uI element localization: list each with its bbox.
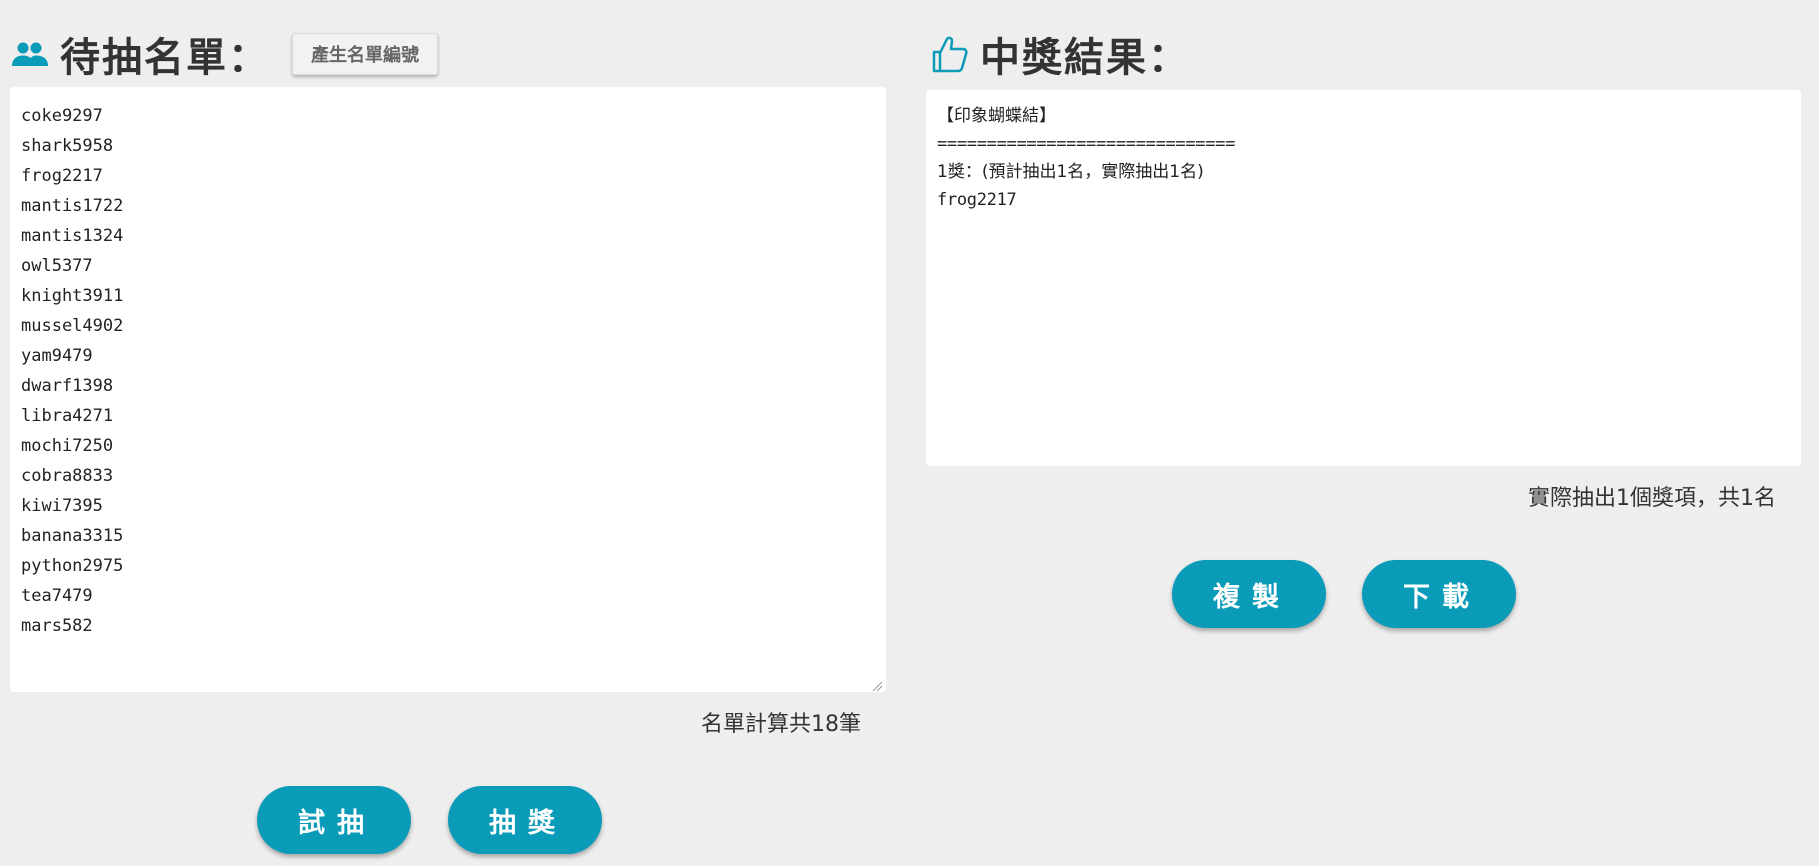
try-draw-button[interactable]: 試抽 [257, 786, 411, 854]
result-prize-summary: 1獎：(預計抽出1名，實際抽出1名) [937, 162, 1204, 182]
people-icon [10, 34, 50, 74]
list-item: mantis1722 [21, 196, 124, 216]
result-divider: ============================== [937, 134, 1236, 154]
generate-numbers-button[interactable]: 產生名單編號 [292, 33, 438, 75]
list-item: python2975 [21, 556, 124, 576]
list-header: 待抽名單： 產生名單編號 [10, 26, 438, 82]
list-item: dwarf1398 [21, 376, 114, 396]
list-item: yam9479 [21, 346, 93, 366]
list-item: shark5958 [21, 136, 114, 156]
list-item: coke9297 [21, 106, 103, 126]
result-prize-name: 【印象蝴蝶結】 [937, 106, 1056, 126]
list-count: 名單計算共18筆 [701, 712, 861, 737]
list-item: tea7479 [21, 586, 93, 606]
draw-button[interactable]: 抽獎 [448, 786, 602, 854]
list-item: knight3911 [21, 286, 124, 306]
list-item: frog2217 [21, 166, 103, 186]
list-item: mantis1324 [21, 226, 124, 246]
list-title: 待抽名單： [60, 35, 270, 81]
list-item: cobra8833 [21, 466, 114, 486]
result-winner: frog2217 [937, 190, 1017, 210]
list-item: banana3315 [21, 526, 124, 546]
download-button[interactable]: 下載 [1362, 560, 1516, 628]
copy-button[interactable]: 複製 [1172, 560, 1326, 628]
list-item: libra4271 [21, 406, 114, 426]
result-summary: 實際抽出1個獎項，共1名 [1528, 486, 1776, 511]
candidate-list-textarea[interactable]: coke9297 shark5958 frog2217 mantis1722 m… [10, 87, 886, 692]
result-title: 中獎結果： [980, 35, 1190, 81]
list-item: mars582 [21, 616, 93, 636]
list-item: mussel4902 [21, 316, 124, 336]
list-item: kiwi7395 [21, 496, 103, 516]
resize-handle-icon[interactable] [871, 677, 883, 692]
list-item: owl5377 [21, 256, 93, 276]
thumbs-up-icon [930, 34, 970, 74]
result-textarea[interactable]: 【印象蝴蝶結】 ============================== 1… [926, 90, 1801, 466]
list-item: mochi7250 [21, 436, 114, 456]
result-header: 中獎結果： [930, 26, 1190, 82]
